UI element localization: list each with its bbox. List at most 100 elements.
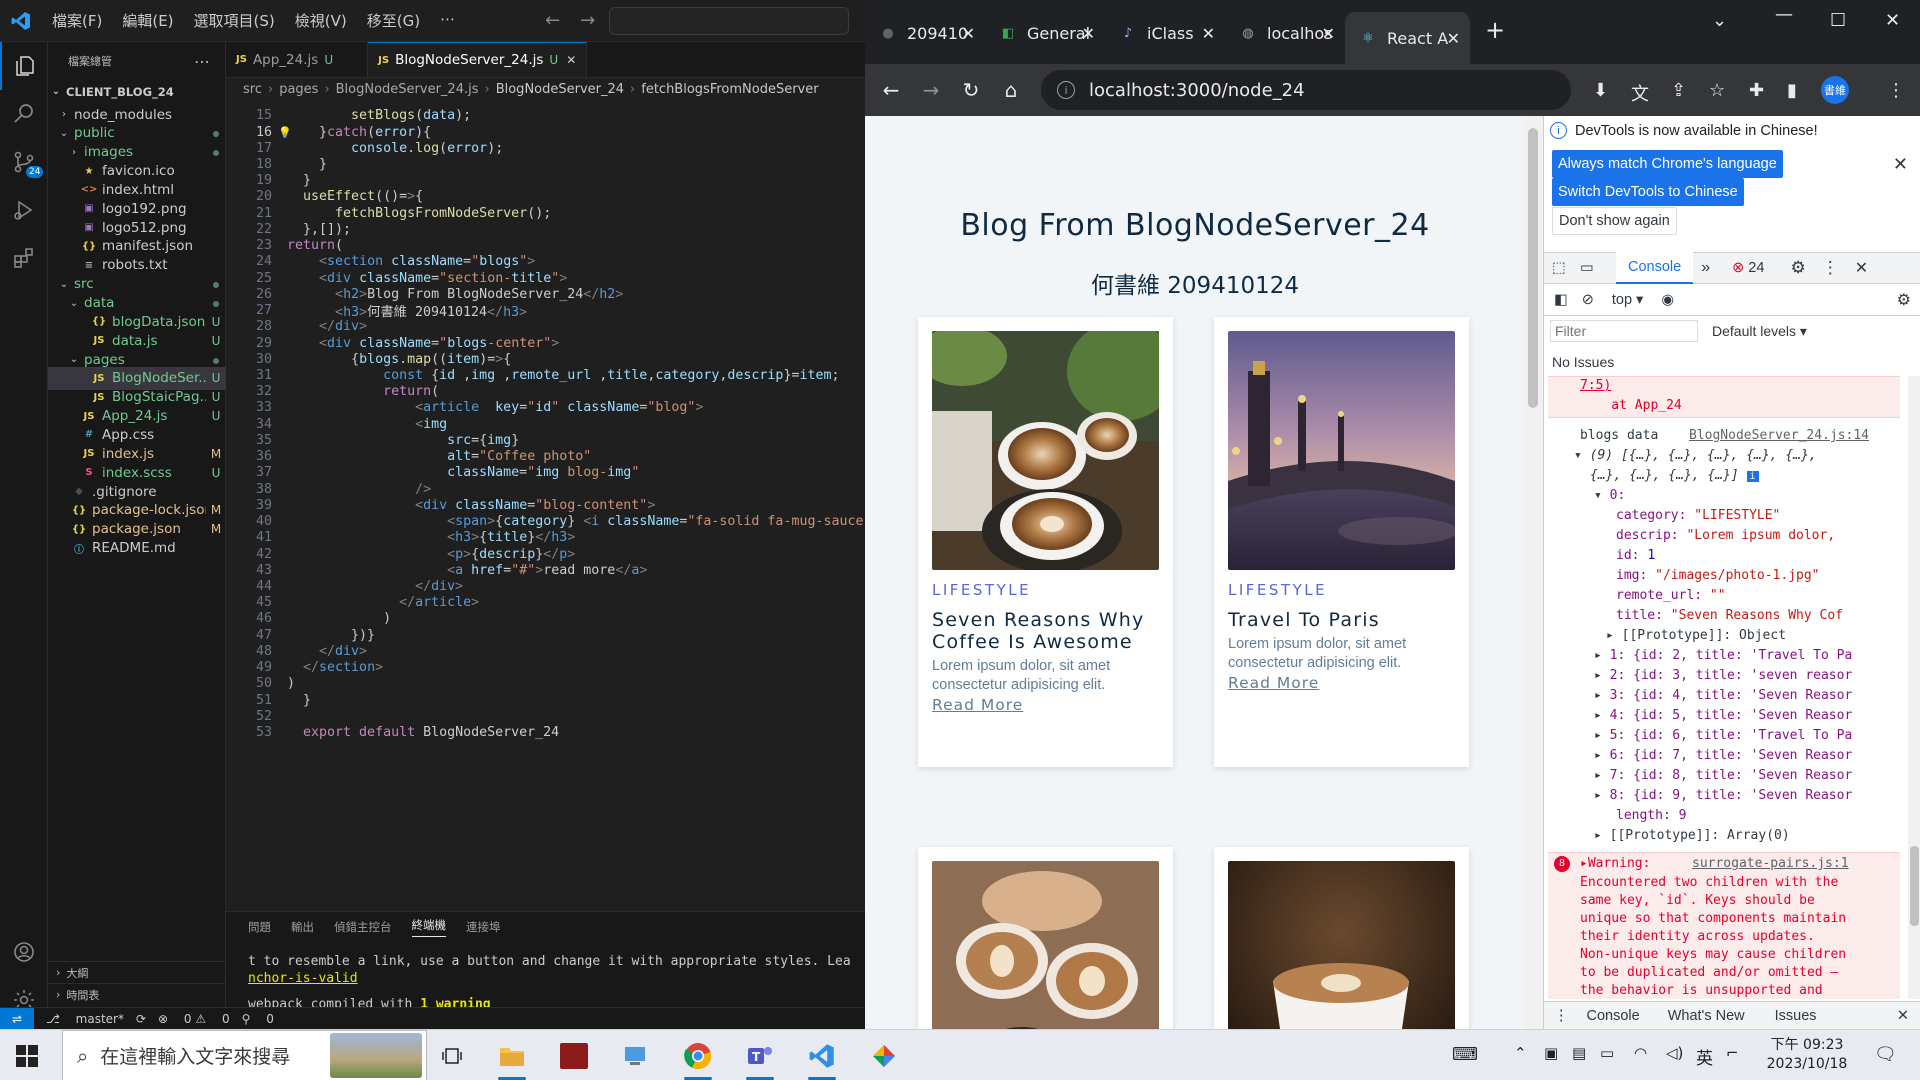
menu-item[interactable]: 檢視(V) — [285, 10, 357, 31]
outline-section[interactable]: › 大綱 — [48, 961, 226, 983]
wifi-icon[interactable]: ◠ — [1634, 1044, 1647, 1062]
clear-console-icon[interactable]: ⊘ — [1582, 292, 1594, 308]
breadcrumb-item[interactable]: pages — [279, 82, 318, 97]
task-view-icon[interactable] — [430, 1038, 474, 1074]
install-app-icon[interactable]: ⬇ — [1593, 80, 1608, 101]
home-icon[interactable]: ⌂ — [991, 78, 1031, 102]
forward-arrow-icon[interactable]: → — [580, 10, 595, 31]
file-explorer-icon[interactable] — [490, 1038, 534, 1080]
branch-icon[interactable]: ⎇ master* — [46, 1012, 124, 1026]
log-levels-dropdown[interactable]: Default levels ▾ — [1712, 323, 1807, 340]
page-scrollbar[interactable] — [1523, 116, 1543, 1029]
array-index[interactable]: ▾ 0: — [1594, 486, 1625, 506]
breadcrumb-item[interactable]: src — [243, 82, 262, 97]
panel-tab[interactable]: 連接埠 — [466, 919, 501, 935]
teams-icon[interactable]: T — [738, 1038, 782, 1080]
scrollbar-thumb[interactable] — [1528, 128, 1538, 408]
project-root[interactable]: ⌄ CLIENT_BLOG_24 — [48, 80, 226, 103]
app-icon-red[interactable] — [552, 1038, 596, 1074]
show-hidden-icons-chevron[interactable]: ⌃ — [1514, 1044, 1527, 1062]
volume-icon[interactable]: ◁) — [1666, 1044, 1683, 1062]
panel-tab[interactable]: 問題 — [248, 919, 271, 935]
tree-file[interactable]: ⓘ README.md — [48, 537, 226, 560]
drawer-menu-icon[interactable]: ⋮ — [1554, 1008, 1569, 1024]
menu-item[interactable]: 編輯(E) — [112, 10, 183, 31]
explorer-files-icon[interactable] — [0, 42, 48, 90]
translate-icon[interactable]: 文 — [1631, 80, 1649, 106]
code-editor[interactable]: 15 setBlogs(data); 16 💡 }catch(error){17 c… — [226, 106, 865, 911]
vscode-taskbar-icon[interactable] — [800, 1038, 844, 1080]
close-tab-icon[interactable]: ✕ — [566, 53, 576, 67]
error-count-badge[interactable]: ⊗ 24 — [1732, 260, 1764, 276]
battery-icon[interactable]: ▭ — [1600, 1044, 1614, 1062]
array-prototype[interactable]: ▸ [[Prototype]]: Array(0) — [1594, 826, 1790, 846]
warning-header[interactable]: ▸Warning: surrogate-pairs.js:1 — [1580, 854, 1849, 874]
array-item[interactable]: ▸ 7: {id: 8, title: 'Seven Reasor — [1594, 766, 1852, 786]
array-item[interactable]: ▸ 2: {id: 3, title: 'seven reasor — [1594, 666, 1852, 686]
console-scrollbar[interactable] — [1908, 376, 1920, 999]
drawer-tab-issues[interactable]: Issues — [1775, 1008, 1817, 1024]
forward-icon[interactable]: → — [911, 78, 951, 102]
panel-tab[interactable]: 終端機 — [411, 917, 446, 937]
tray-device-icon[interactable]: ▣ — [1544, 1044, 1558, 1062]
array-item[interactable]: ▸ 4: {id: 5, title: 'Seven Reasor — [1594, 706, 1852, 726]
taskbar-clock[interactable]: 下午 09:23 2023/10/18 — [1752, 1036, 1862, 1074]
panel-tab[interactable]: 輸出 — [291, 919, 314, 935]
close-tab-icon[interactable]: ✕ — [962, 24, 975, 43]
sidebar-toggle-icon[interactable]: ◧ — [1554, 292, 1568, 308]
console-settings-icon[interactable]: ⚙ — [1897, 290, 1911, 310]
new-tab-icon[interactable]: + — [1485, 16, 1505, 44]
array-item[interactable]: ▸ 8: {id: 9, title: 'Seven Reasor — [1594, 786, 1852, 806]
back-arrow-icon[interactable]: ← — [545, 10, 560, 31]
taskbar-search-box[interactable]: ⌕ 在這裡輸入文字來搜尋 — [62, 1030, 427, 1080]
notification-icon[interactable]: 🗨 — [1874, 1044, 1897, 1065]
array-item[interactable]: ▸ 3: {id: 4, title: 'Seven Reasor — [1594, 686, 1852, 706]
array-item[interactable]: ▸ 5: {id: 6, title: 'Travel To Pa — [1594, 726, 1852, 746]
close-devtools-icon[interactable]: ✕ — [1855, 258, 1868, 278]
switch-to-chinese-button[interactable]: Switch DevTools to Chinese — [1552, 178, 1744, 206]
site-info-icon[interactable]: i — [1057, 81, 1075, 99]
account-icon[interactable] — [0, 928, 48, 976]
chrome-icon[interactable] — [676, 1038, 720, 1080]
minimize-icon[interactable]: — — [1775, 4, 1793, 25]
array-preview[interactable]: ▾ (9) [{…}, {…}, {…}, {…}, {…}, — [1574, 446, 1817, 466]
extensions-puzzle-icon[interactable]: ✚ — [1749, 80, 1764, 101]
menu-item[interactable]: 選取項目(S) — [184, 10, 285, 31]
array-item[interactable]: ▸ 1: {id: 2, title: 'Travel To Pa — [1594, 646, 1852, 666]
reload-icon[interactable]: ↻ — [951, 78, 991, 102]
profile-avatar[interactable]: 書維 — [1821, 76, 1849, 104]
close-tab-icon[interactable]: ✕ — [1447, 29, 1460, 48]
source-link[interactable]: BlogNodeServer_24.js:14 — [1689, 426, 1906, 446]
source-link[interactable]: surrogate-pairs.js:1 — [1692, 854, 1906, 874]
search-icon[interactable] — [0, 90, 48, 138]
input-language[interactable]: 英 — [1696, 1044, 1713, 1069]
device-toolbar-icon[interactable]: ▭ — [1580, 260, 1602, 276]
drawer-tab-whats-new[interactable]: What's New — [1668, 1008, 1745, 1024]
close-window-icon[interactable]: ✕ — [1885, 10, 1900, 31]
close-tab-icon[interactable]: ✕ — [1082, 24, 1095, 43]
inspect-element-icon[interactable]: ⬚ — [1552, 260, 1574, 276]
extensions-icon[interactable] — [0, 234, 48, 282]
run-debug-icon[interactable] — [0, 186, 48, 234]
console-filter-input[interactable] — [1550, 320, 1698, 342]
panel-tab[interactable]: 偵錯主控台 — [334, 919, 392, 935]
editor-tab[interactable]: JS App_24.js U — [226, 42, 369, 77]
close-tab-icon[interactable]: ✕ — [1202, 24, 1215, 43]
editor-tab[interactable]: JS BlogNodeServer_24.js U ✕ — [368, 42, 588, 77]
breadcrumb-item[interactable]: BlogNodeServer_24.js — [336, 82, 479, 97]
breadcrumb-item[interactable]: fetchBlogsFromNodeServer — [641, 82, 818, 97]
remote-desktop-icon[interactable] — [614, 1038, 658, 1074]
menu-item[interactable]: 檔案(F) — [42, 10, 112, 31]
side-panel-icon[interactable]: ▮ — [1787, 80, 1797, 101]
read-more-link[interactable]: Read More — [1228, 674, 1319, 692]
read-more-link[interactable]: Read More — [932, 696, 1023, 714]
menu-item[interactable]: ⋯ — [430, 10, 465, 31]
devtools-menu-icon[interactable]: ⋮ — [1822, 258, 1839, 278]
live-expression-eye-icon[interactable]: ◉ — [1661, 292, 1674, 308]
problems-status[interactable]: ⊗ 0 ⚠ 0 — [158, 1012, 230, 1026]
context-selector[interactable]: top ▾ — [1612, 292, 1643, 308]
address-bar[interactable]: i localhost:3000/node_24 — [1041, 70, 1571, 110]
browser-tab[interactable]: ● 209410 ✕ — [865, 12, 985, 54]
remote-icon[interactable]: ⇌ — [0, 1007, 34, 1029]
timeline-section[interactable]: › 時間表 — [48, 983, 226, 1005]
